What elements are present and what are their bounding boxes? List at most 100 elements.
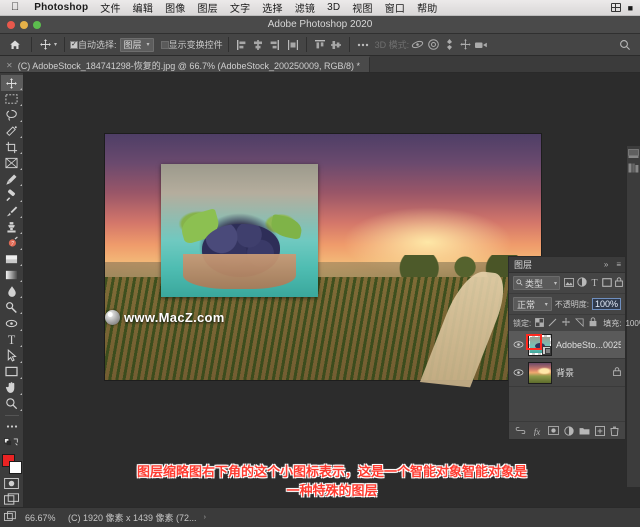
blend-mode-dropdown[interactable]: 正常 ▾ <box>513 297 552 311</box>
chevron-down-icon[interactable]: ▾ <box>54 41 57 48</box>
align-left-icon[interactable] <box>234 37 250 53</box>
lasso-tool[interactable] <box>1 107 23 123</box>
double-chevron-right-icon[interactable]: » <box>600 260 612 269</box>
align-middle-v-icon[interactable] <box>328 37 344 53</box>
history-brush-tool[interactable]: 7 <box>1 235 23 251</box>
brush-tool[interactable] <box>1 203 23 219</box>
menu-item-layer[interactable]: 图层 <box>191 0 223 15</box>
smart-object-layer-image[interactable] <box>161 164 318 297</box>
fill-value[interactable]: 100% <box>625 319 640 328</box>
zoom-level[interactable]: 66.67% <box>25 513 61 523</box>
link-layers-icon[interactable] <box>515 427 526 434</box>
zoom-window-button[interactable] <box>33 20 41 29</box>
tab-layers[interactable]: 图层 <box>514 258 532 272</box>
home-icon[interactable] <box>4 39 26 51</box>
layer-thumbnail[interactable] <box>528 333 552 356</box>
menu-app-name[interactable]: Photoshop <box>28 2 94 13</box>
menu-item-filter[interactable]: 滤镜 <box>289 0 321 15</box>
battery-icon[interactable]: ■ <box>628 3 633 13</box>
roll-3d-icon[interactable] <box>425 37 441 53</box>
camera-3d-icon[interactable] <box>473 37 489 53</box>
layer-style-fx-icon[interactable]: fx <box>531 426 543 436</box>
layer-name[interactable]: 背景 <box>556 366 609 379</box>
new-layer-icon[interactable] <box>595 425 606 436</box>
auto-select-checkbox[interactable]: ✓ <box>70 40 79 49</box>
menu-item-image[interactable]: 图像 <box>159 0 191 15</box>
eyedropper-tool[interactable] <box>1 171 23 187</box>
lock-transparent-pixels-icon[interactable] <box>535 317 545 329</box>
pen-tool[interactable] <box>1 315 23 331</box>
smart-object-filter-icon[interactable] <box>615 277 623 289</box>
close-window-button[interactable] <box>7 20 15 29</box>
document-tab[interactable]: ✕ (C) AdobeStock_184741298-恢复的.jpg @ 66.… <box>0 56 371 72</box>
active-tool-preset[interactable]: ▾ <box>37 38 59 51</box>
align-top-icon[interactable] <box>312 37 328 53</box>
frame-tool[interactable] <box>1 155 23 171</box>
layer-thumbnail[interactable] <box>528 361 552 384</box>
type-filter-icon[interactable]: T <box>590 277 599 289</box>
rectangular-marquee-tool[interactable] <box>1 91 23 107</box>
lock-image-pixels-icon[interactable] <box>548 318 557 329</box>
zoom-tool[interactable] <box>1 396 23 412</box>
shape-filter-icon[interactable] <box>602 277 612 289</box>
minimize-window-button[interactable] <box>20 20 28 29</box>
libraries-panel-icon[interactable] <box>628 163 639 173</box>
layer-name[interactable]: AdobeSto...00250009 <box>556 340 621 350</box>
adjustment-layer-icon[interactable] <box>564 425 574 436</box>
hand-tool[interactable] <box>1 380 23 396</box>
color-swatches[interactable] <box>1 453 23 474</box>
menu-item-file[interactable]: 文件 <box>94 0 126 15</box>
crop-tool[interactable] <box>1 139 23 155</box>
show-transform-checkbox[interactable]: ✓ <box>160 40 169 49</box>
dodge-tool[interactable] <box>1 299 23 315</box>
filter-type-dropdown[interactable]: 类型 ▾ <box>513 276 560 290</box>
document-info-arrow-icon[interactable]: › <box>204 514 206 521</box>
close-icon[interactable]: ✕ <box>6 61 13 70</box>
layer-row-background[interactable]: 背景 <box>509 359 625 387</box>
layer-mask-icon[interactable] <box>547 426 559 435</box>
distribute-h-icon[interactable] <box>285 37 301 53</box>
layer-row-smart-object[interactable]: AdobeSto...00250009 <box>509 331 625 359</box>
lock-icon[interactable] <box>613 367 621 378</box>
more-options-icon[interactable] <box>355 37 371 53</box>
pixel-filter-icon[interactable] <box>564 277 574 289</box>
delete-layer-icon[interactable] <box>610 426 619 436</box>
search-icon[interactable] <box>617 37 633 53</box>
panel-menu-icon[interactable]: ≡ <box>612 260 625 269</box>
align-right-icon[interactable] <box>266 37 282 53</box>
slide-3d-icon[interactable] <box>457 37 473 53</box>
blur-tool[interactable] <box>1 283 23 299</box>
lock-artboard-icon[interactable] <box>575 317 585 329</box>
opacity-input[interactable]: 100% <box>591 298 621 310</box>
spot-healing-brush-tool[interactable] <box>1 187 23 203</box>
color-panel-icon[interactable] <box>628 149 639 159</box>
quick-mask-icon[interactable] <box>1 475 23 491</box>
eye-icon[interactable] <box>513 369 524 376</box>
align-center-h-icon[interactable] <box>250 37 266 53</box>
input-source-icon[interactable] <box>610 3 621 12</box>
background-color-swatch[interactable] <box>8 460 22 474</box>
menu-item-window[interactable]: 窗口 <box>379 0 411 15</box>
eye-icon[interactable] <box>513 341 524 348</box>
menu-item-3d[interactable]: 3D <box>321 2 346 13</box>
apple-logo-icon[interactable]:  <box>11 2 19 13</box>
menu-item-type[interactable]: 文字 <box>224 0 256 15</box>
default-colors-icon[interactable] <box>1 435 23 451</box>
type-tool[interactable]: T <box>1 332 23 348</box>
new-group-icon[interactable] <box>579 426 590 435</box>
auto-select-scope-dropdown[interactable]: 图层 ▾ <box>119 37 154 52</box>
edit-toolbar-button[interactable] <box>1 419 23 435</box>
eraser-tool[interactable] <box>1 251 23 267</box>
gradient-tool[interactable] <box>1 267 23 283</box>
path-selection-tool[interactable] <box>1 348 23 364</box>
screen-mode-icon[interactable] <box>4 511 18 524</box>
rectangle-shape-tool[interactable] <box>1 364 23 380</box>
lock-all-icon[interactable] <box>589 317 597 329</box>
lock-position-icon[interactable] <box>561 317 571 329</box>
adjustment-filter-icon[interactable] <box>577 277 587 289</box>
menu-item-help[interactable]: 帮助 <box>411 0 443 15</box>
menu-item-view[interactable]: 视图 <box>346 0 378 15</box>
menu-item-select[interactable]: 选择 <box>256 0 288 15</box>
quick-selection-tool[interactable] <box>1 123 23 139</box>
screen-mode-icon[interactable] <box>1 491 23 507</box>
